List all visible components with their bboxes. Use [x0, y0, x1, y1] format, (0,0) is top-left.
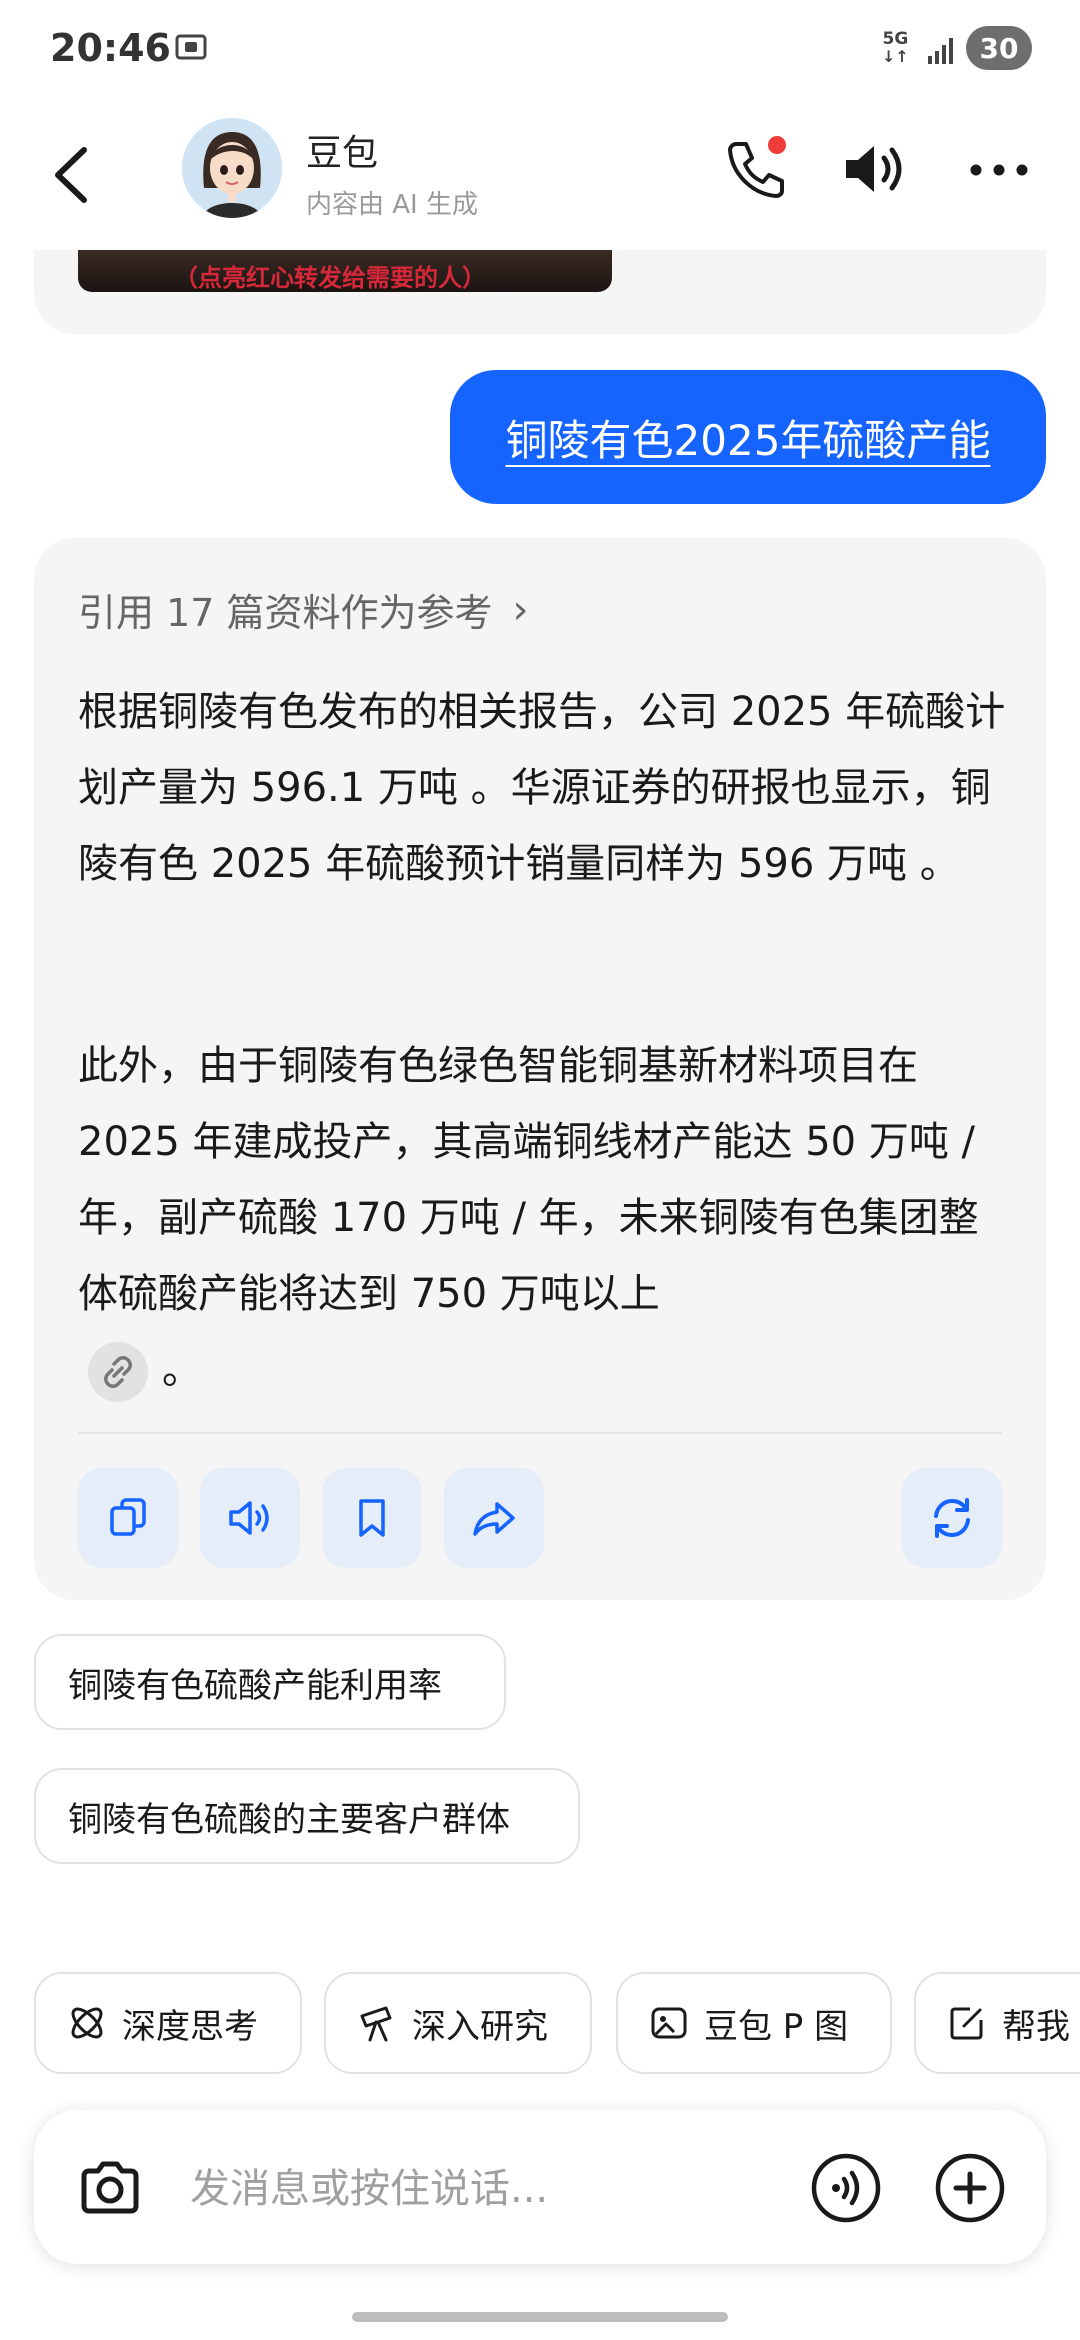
answer-paragraph-2-end: 。 — [162, 1347, 202, 1393]
message-input[interactable] — [188, 2156, 812, 2222]
answer-paragraph-2: 此外，由于铜陵有色绿色智能铜基新材料项目在 2025 年建成投产，其高端铜线材产… — [78, 1028, 1008, 1408]
link-icon[interactable] — [88, 1342, 148, 1402]
telescope-icon — [360, 2006, 392, 2042]
tool-label: 帮我 — [1002, 2006, 1070, 2047]
read-aloud-icon — [229, 1501, 269, 1535]
suggestion-chip[interactable]: 铜陵有色硫酸的主要客户群体 — [34, 1768, 580, 1864]
tool-help-write[interactable]: 帮我 — [914, 1972, 1080, 2074]
home-indicator[interactable] — [352, 2312, 728, 2322]
tool-deep-research[interactable]: 深入研究 — [324, 1972, 592, 2074]
user-message-text: 铜陵有色2025年硫酸产能 — [505, 415, 991, 465]
tool-label: 深度思考 — [122, 2006, 258, 2047]
chat-header: 豆包 内容由 AI 生成 — [0, 100, 1080, 250]
bookmark-button[interactable] — [322, 1468, 422, 1568]
bookmark-icon — [359, 1499, 385, 1537]
answer-paragraph-2-text: 此外，由于铜陵有色绿色智能铜基新材料项目在 2025 年建成投产，其高端铜线材产… — [78, 1043, 979, 1317]
assistant-answer-card: 引用 17 篇资料作为参考 › 根据铜陵有色发布的相关报告，公司 2025 年硫… — [34, 538, 1046, 1600]
references-link[interactable]: 引用 17 篇资料作为参考 › — [78, 582, 529, 637]
edit-icon — [950, 2007, 983, 2040]
references-label: 引用 17 篇资料作为参考 — [78, 591, 493, 635]
avatar[interactable] — [182, 118, 282, 218]
tool-deep-think[interactable]: 深度思考 — [34, 1972, 302, 2074]
chat-title: 豆包 — [306, 133, 379, 174]
battery-indicator: 30 — [966, 26, 1032, 70]
data-arrows-icon: ↓↑ — [882, 47, 909, 66]
copy-button[interactable] — [78, 1468, 178, 1568]
voice-input-icon[interactable] — [810, 2152, 882, 2224]
back-icon[interactable] — [44, 140, 104, 210]
network-indicator: 5G ↓↑ — [882, 30, 909, 66]
regenerate-button[interactable] — [902, 1468, 1002, 1568]
regenerate-icon — [934, 1498, 970, 1538]
signal-icon — [928, 38, 953, 64]
avatar-illustration — [182, 118, 282, 218]
status-time: 20:46 — [50, 26, 171, 70]
image-edit-icon — [651, 2007, 687, 2039]
read-aloud-button[interactable] — [200, 1468, 300, 1568]
network-label: 5G — [882, 29, 909, 49]
more-icon[interactable] — [964, 140, 1034, 200]
copy-icon — [110, 1498, 146, 1536]
message-input-bar — [34, 2110, 1046, 2264]
suggestion-chip[interactable]: 铜陵有色硫酸产能利用率 — [34, 1634, 506, 1730]
answer-paragraph-1: 根据铜陵有色发布的相关报告，公司 2025 年硫酸计划产量为 596.1 万吨 … — [78, 689, 1006, 887]
plus-icon[interactable] — [934, 2152, 1006, 2224]
call-notification-badge — [768, 136, 786, 154]
chevron-right-icon: › — [512, 586, 529, 633]
share-icon — [473, 1502, 515, 1536]
screenshot-icon — [175, 34, 207, 60]
thumbnail-caption: （点亮红心转发给需要的人） — [174, 264, 486, 292]
share-button[interactable] — [444, 1468, 544, 1568]
tool-label: 深入研究 — [412, 2006, 548, 2047]
tool-label: 豆包 P 图 — [704, 2006, 849, 2047]
camera-icon[interactable] — [74, 2152, 146, 2224]
previous-message-thumbnail[interactable]: （点亮红心转发给需要的人） — [78, 250, 612, 292]
atom-icon — [71, 2007, 103, 2039]
user-message-bubble[interactable]: 铜陵有色2025年硫酸产能 — [450, 370, 1046, 504]
divider — [78, 1432, 1002, 1434]
tool-image-edit[interactable]: 豆包 P 图 — [616, 1972, 892, 2074]
link-glyph — [104, 1356, 132, 1388]
speaker-icon[interactable] — [840, 136, 910, 202]
chat-subtitle: 内容由 AI 生成 — [306, 190, 478, 220]
